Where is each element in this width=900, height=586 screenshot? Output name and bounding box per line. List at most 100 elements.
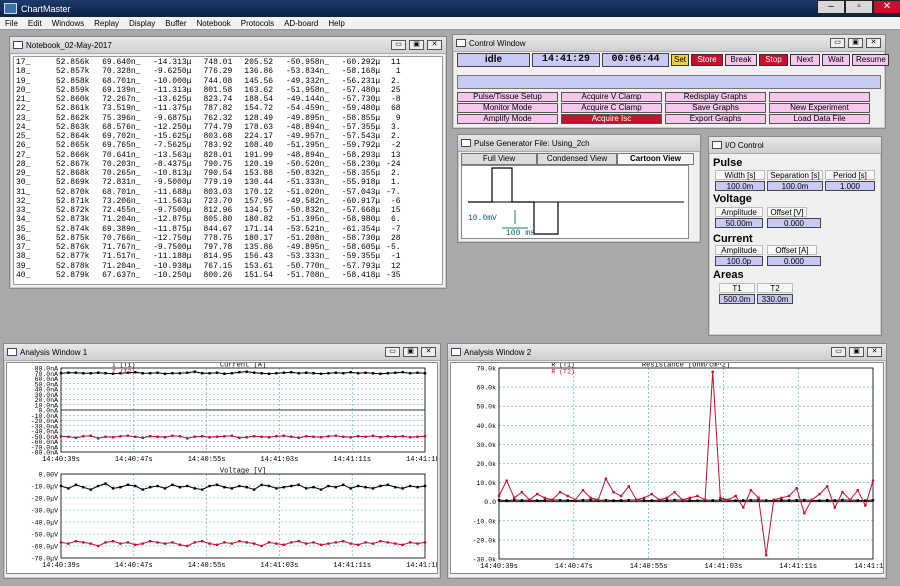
notebook-cell: 157.95 [244, 196, 274, 206]
acquire-c-clamp-button[interactable]: Acquire C Clamp [561, 103, 662, 113]
data-point [673, 490, 676, 494]
new-experiment-button[interactable]: New Experiment [769, 103, 870, 113]
notebook-row: 25_ 52.864k 69.702n_ -15.625μ 803.68 224.17 -4… [16, 132, 442, 141]
monitor-mode-button[interactable]: Monitor Mode [457, 103, 558, 113]
notebook-cell: -24 [386, 159, 401, 169]
menu-adboard[interactable]: AD-board [279, 19, 323, 28]
menu-replay[interactable]: Replay [89, 19, 124, 28]
menu-protocols[interactable]: Protocols [236, 19, 279, 28]
stop-button[interactable]: Stop [759, 54, 788, 66]
load-data-file-button[interactable]: Load Data File [769, 114, 870, 124]
notebook-cell: 70.766n_ [102, 233, 141, 243]
app-maximize-button[interactable]: ▫ [845, 0, 873, 14]
tab-full-view[interactable]: Full View [461, 153, 537, 165]
legend-entry: R (T2) [551, 369, 574, 376]
period-label: Period [s] [825, 170, 875, 180]
minimize-button[interactable]: ▭ [385, 347, 400, 357]
data-point [148, 486, 152, 489]
notebook-cell: 73.519n_ [102, 104, 141, 114]
t2-area-field[interactable]: 330.0m [757, 294, 793, 304]
save-graphs-button[interactable]: Save Graphs [665, 103, 766, 113]
close-button[interactable]: ✕ [427, 40, 442, 50]
period-field[interactable]: 1.000 [825, 181, 875, 191]
menu-notebook[interactable]: Notebook [191, 19, 235, 28]
tab-condensed-view[interactable]: Condensed View [537, 153, 617, 165]
export-graphs-button[interactable]: Export Graphs [665, 114, 766, 124]
resume-button[interactable]: Resume [852, 54, 889, 66]
pulse-tissue-setup-button[interactable]: Pulse/Tissue Setup [457, 92, 558, 102]
minimize-button[interactable]: ▭ [391, 40, 406, 50]
notebook-cell: 2. [390, 76, 401, 86]
menu-buffer[interactable]: Buffer [160, 19, 191, 28]
maximize-button[interactable]: ▣ [849, 347, 864, 357]
break-button[interactable]: Break [725, 54, 757, 66]
data-point [89, 434, 92, 437]
notebook-cell: -58.355μ [341, 169, 381, 178]
maximize-button[interactable]: ▣ [848, 38, 863, 48]
current-offset-field[interactable]: 0.000 [767, 256, 821, 266]
data-point [356, 372, 360, 375]
data-point [104, 482, 107, 485]
menu-display[interactable]: Display [124, 19, 160, 28]
wait-button[interactable]: Wait [822, 54, 850, 66]
notebook-cell: 3. [390, 122, 401, 132]
close-button[interactable]: ✕ [421, 347, 436, 357]
t1-area-field[interactable]: 500.0m [719, 294, 755, 304]
blank-button[interactable] [769, 92, 870, 102]
close-button[interactable]: ✕ [867, 347, 882, 357]
next-button[interactable]: Next [790, 54, 820, 66]
acquire-v-clamp-button[interactable]: Acquire V Clamp [561, 92, 662, 102]
store-button[interactable]: Store [691, 54, 723, 66]
data-point [719, 496, 722, 500]
amplify-mode-button[interactable]: Amplify Mode [457, 114, 558, 124]
notebook-cell: 52.874k [55, 224, 90, 234]
notebook-row: 40_ 52.879k 67.637n_ -10.250μ 800.26 151.54 -5… [16, 271, 442, 280]
data-point [215, 543, 219, 546]
voltage-offset-field[interactable]: 0.000 [767, 218, 821, 228]
maximize-button[interactable]: ▣ [409, 40, 424, 50]
acquire-isc-button[interactable]: Acquire Isc [561, 114, 662, 124]
voltage-amplitude-field[interactable]: 50.00m [715, 218, 763, 228]
set-button[interactable]: Set [671, 54, 689, 66]
redisplay-graphs-button[interactable]: Redisplay Graphs [665, 92, 766, 102]
menu-edit[interactable]: Edit [23, 19, 47, 28]
data-point [304, 371, 308, 374]
app-close-button[interactable]: ✕ [873, 0, 900, 14]
notebook-cell: -8.4375μ [153, 159, 192, 169]
menu-windows[interactable]: Windows [47, 19, 89, 28]
close-button[interactable]: ✕ [866, 38, 881, 48]
legend-entry: I (T2) [112, 369, 135, 376]
minimize-button[interactable]: ▭ [831, 347, 846, 357]
minimize-button[interactable]: ▭ [830, 38, 845, 48]
notebook-cell: -53.834n_ [285, 67, 330, 77]
data-point [734, 499, 737, 502]
data-point [260, 372, 263, 375]
notebook-cell: 52.870k [55, 187, 90, 197]
app-minimize-button[interactable]: – [817, 0, 845, 14]
notebook-table[interactable]: 17_ 52.856k 69.640n_ -14.313μ 748.01 205.52 -5… [13, 56, 443, 285]
notebook-row: 39_ 52.878k 71.204n_ -10.938μ 767.15 153.61 -5… [16, 262, 442, 271]
current-amplitude-field[interactable]: 100.0p [715, 256, 763, 266]
notebook-row: 27_ 52.866k 70.641n_ -13.563μ 828.01 191.99 -4… [16, 151, 442, 160]
data-point [364, 371, 367, 374]
menu-file[interactable]: File [0, 19, 23, 28]
maximize-button[interactable]: ▣ [403, 347, 418, 357]
separation-field[interactable]: 100.0m [767, 181, 823, 191]
notebook-cell: -9.5000μ [153, 178, 192, 188]
data-point [604, 477, 608, 480]
notebook-cell: 52.878k [55, 261, 90, 271]
data-point [193, 541, 196, 544]
notebook-cell: 70.265n_ [102, 169, 141, 178]
data-point [535, 499, 539, 502]
menu-help[interactable]: Help [323, 19, 349, 28]
notebook-cell: -49.144n_ [285, 95, 330, 104]
tab-cartoon-view[interactable]: Cartoon View [617, 153, 694, 165]
notebook-row: 32_ 52.871k 73.206n_ -11.563μ 723.70 157.95 -4… [16, 197, 442, 206]
data-point [703, 498, 707, 501]
data-point [297, 372, 300, 375]
data-point [379, 484, 382, 488]
data-point [342, 372, 345, 375]
width-field[interactable]: 100.0m [715, 181, 765, 191]
pulse-titlebar: Pulse Generator File: Using_2ch [458, 135, 700, 152]
data-point [642, 496, 646, 500]
